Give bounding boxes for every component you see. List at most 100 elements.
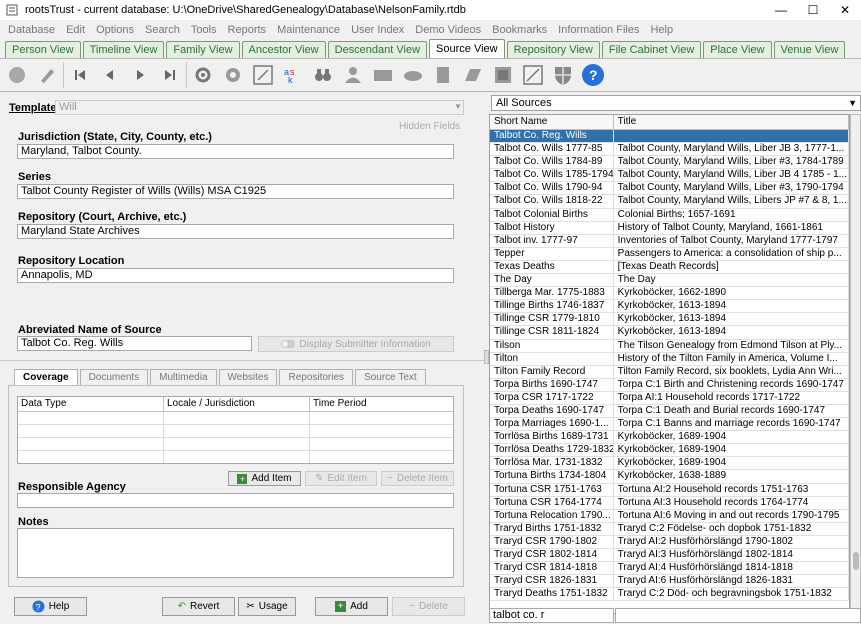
usage-button[interactable]: ✂ Usage [238,597,296,616]
source-row[interactable]: Tortuna CSR 1751-1763 Tortuna AI:2 Househ… [490,483,849,497]
source-row[interactable]: Traryd Deaths 1751-1832 Traryd C:2 Död- o… [490,588,849,602]
source-row[interactable]: Traryd Births 1751-1832 Traryd C:2 Födels… [490,522,849,536]
splitter[interactable] [0,360,484,361]
tab-venue-view[interactable]: Venue View [773,41,846,58]
edit-item-button[interactable]: ✎ Edit Item [305,471,377,486]
edit-pencil-icon[interactable] [32,60,62,90]
card-icon[interactable] [368,60,398,90]
menu-database[interactable]: Database [8,24,55,36]
add-item-button[interactable]: + Add Item [228,471,301,486]
source-row[interactable]: Talbot Co. Reg. Wills [490,130,849,144]
source-row[interactable]: Talbot Co. Wills 1784-89 Talbot County, M… [490,156,849,170]
hidden-fields-link[interactable]: Hidden Fields [399,121,460,132]
spell-check-icon[interactable]: ask [278,60,308,90]
table-row[interactable] [18,412,453,425]
subtab-multimedia[interactable]: Multimedia [150,369,217,385]
add-button[interactable]: + Add [315,597,388,616]
subtab-documents[interactable]: Documents [79,369,149,385]
tab-place-view[interactable]: Place View [703,41,772,58]
menu-demo-videos[interactable]: Demo Videos [415,24,481,36]
fullscreen-icon[interactable] [518,60,548,90]
source-row[interactable]: Talbot Co. Wills 1785-1794 Talbot County,… [490,169,849,183]
source-row[interactable]: Tortuna Births 1734-1804 Kyrkoböcker, 163… [490,470,849,484]
display-submitter-button[interactable]: Display Submitter Information [258,336,454,352]
previous-record-icon[interactable] [95,60,125,90]
source-row[interactable]: Torpa Marriages 1690-1... Torpa C:1 Banns… [490,418,849,432]
delete-button[interactable]: − Delete [392,597,465,616]
source-row[interactable]: Traryd CSR 1802-1814 Traryd AI:3 Husförhö… [490,549,849,563]
tab-repository-view[interactable]: Repository View [506,41,600,58]
subtab-coverage[interactable]: Coverage [14,369,78,385]
book-icon[interactable] [458,60,488,90]
menu-help[interactable]: Help [650,24,673,36]
cloud-icon[interactable] [398,60,428,90]
source-row[interactable]: Tilson The Tilson Genealogy from Edmond T… [490,339,849,353]
last-record-icon[interactable] [155,60,185,90]
source-row[interactable]: Traryd CSR 1790-1802 Traryd AI:2 Husförhö… [490,535,849,549]
table-row[interactable] [18,451,453,463]
subtab-source-text[interactable]: Source Text [355,369,426,385]
column-short-name[interactable]: Short Name [490,115,614,129]
source-row[interactable]: Talbot Co. Wills 1777-85 Talbot County, M… [490,143,849,157]
next-record-icon[interactable] [125,60,155,90]
document-icon[interactable] [428,60,458,90]
column-data-type[interactable]: Data Type [18,397,164,411]
tab-descendant-view[interactable]: Descendant View [327,41,428,58]
subtab-repositories[interactable]: Repositories [279,369,354,385]
tab-timeline-view[interactable]: Timeline View [82,41,165,58]
tab-family-view[interactable]: Family View [166,41,240,58]
source-row[interactable]: Tortuna Relocation 1790... Tortuna AI:6 M… [490,509,849,523]
source-row[interactable]: The Day The Day [490,274,849,288]
menu-information-files[interactable]: Information Files [558,24,639,36]
subtab-websites[interactable]: Websites [218,369,278,385]
sources-list[interactable]: Short Name Title Talbot Co. Reg. Wills Ta… [489,114,850,614]
source-row[interactable]: Tepper Passengers to America: a consolida… [490,247,849,261]
source-row[interactable]: Talbot Colonial Births Colonial Births; 1… [490,208,849,222]
binoculars-icon[interactable] [308,60,338,90]
jurisdiction-field[interactable]: Maryland, Talbot County. [17,144,454,159]
record-icon[interactable] [2,60,32,90]
search-title-input[interactable] [615,608,861,623]
tab-person-view[interactable]: Person View [5,41,81,58]
source-row[interactable]: Talbot Co. Wills 1818-22 Talbot County, M… [490,195,849,209]
abbreviated-name-field[interactable]: Talbot Co. Reg. Wills [17,336,252,351]
table-row[interactable] [18,438,453,451]
source-row[interactable]: Talbot History History of Talbot County, … [490,221,849,235]
source-row[interactable]: Torpa CSR 1717-1722 Torpa AI:1 Household … [490,391,849,405]
source-row[interactable]: Tillinge Births 1746-1837 Kyrkoböcker, 16… [490,300,849,314]
resize-icon[interactable] [248,60,278,90]
revert-button[interactable]: ↶ Revert [162,597,235,616]
coverage-table[interactable]: Data Type Locale / Jurisdiction Time Per… [17,396,454,464]
series-field[interactable]: Talbot County Register of Wills (Wills) … [17,184,454,199]
source-row[interactable]: Talbot Co. Wills 1790-94 Talbot County, M… [490,182,849,196]
help-icon[interactable]: ? [578,60,608,90]
minimize-button[interactable]: — [765,0,797,20]
menu-tools[interactable]: Tools [191,24,217,36]
menu-bookmarks[interactable]: Bookmarks [492,24,547,36]
column-title[interactable]: Title [614,115,849,129]
repository-location-field[interactable]: Annapolis, MD [17,268,454,283]
menu-maintenance[interactable]: Maintenance [277,24,340,36]
table-row[interactable] [18,425,453,438]
menu-search[interactable]: Search [145,24,180,36]
responsible-agency-field[interactable] [17,493,454,508]
menu-options[interactable]: Options [96,24,134,36]
source-row[interactable]: Tortuna CSR 1764-1774 Tortuna AI:3 Househ… [490,496,849,510]
column-time-period[interactable]: Time Period [310,397,453,411]
picture-icon[interactable] [488,60,518,90]
menu-user-index[interactable]: User Index [351,24,404,36]
notes-field[interactable] [17,528,454,578]
delete-item-button[interactable]: − Delete Item [381,471,454,486]
template-select[interactable]: Will [55,100,464,115]
tab-ancestor-view[interactable]: Ancestor View [241,41,326,58]
sources-scrollbar[interactable] [850,114,861,614]
source-row[interactable]: Talbot inv. 1777-97 Inventories of Talbot… [490,234,849,248]
source-row[interactable]: Torrlösa Births 1689-1731 Kyrkoböcker, 16… [490,431,849,445]
source-row[interactable]: Traryd CSR 1826-1831 Traryd AI:6 Husförhö… [490,575,849,589]
maximize-button[interactable]: ☐ [797,0,829,20]
scrollbar-thumb[interactable] [853,552,859,570]
source-row[interactable]: Torpa Births 1690-1747 Torpa C:1 Birth an… [490,378,849,392]
source-row[interactable]: Tilton Family Record Tilton Family Record… [490,365,849,379]
search-input[interactable]: talbot co. r [489,608,614,623]
source-row[interactable]: Torrlösa Deaths 1729-1832 Kyrkoböcker, 16… [490,444,849,458]
